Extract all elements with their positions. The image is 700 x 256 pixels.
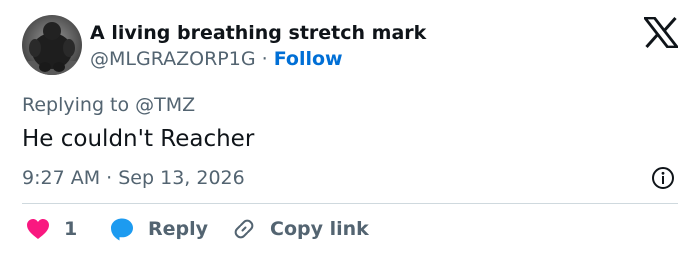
separator: · xyxy=(106,167,113,189)
replying-to[interactable]: Replying to @TMZ xyxy=(22,92,195,118)
divider xyxy=(22,203,678,204)
follow-button[interactable]: Follow xyxy=(274,48,343,70)
reply-label: Reply xyxy=(148,218,209,240)
copy-link-label: Copy link xyxy=(270,218,369,240)
tweet-text: He couldn't Reacher xyxy=(22,126,255,152)
link-icon xyxy=(234,219,254,239)
author-display-name[interactable]: A living breathing stretch mark xyxy=(90,20,426,46)
speech-bubble-icon xyxy=(111,218,133,241)
avatar-image xyxy=(22,15,82,75)
tweet-date: Sep 13, 2026 xyxy=(118,167,245,189)
tweet-timestamp[interactable]: 9:27 AM · Sep 13, 2026 xyxy=(22,165,245,191)
avatar[interactable] xyxy=(22,15,82,75)
like-button[interactable]: 1 xyxy=(26,215,77,243)
copy-link-button[interactable]: Copy link xyxy=(232,215,369,243)
like-count: 1 xyxy=(64,218,78,240)
heart-icon xyxy=(27,219,49,239)
author-handle-row: @MLGRAZORP1G · Follow xyxy=(90,46,343,72)
info-icon[interactable] xyxy=(651,166,675,190)
author-handle[interactable]: @MLGRAZORP1G xyxy=(90,48,256,70)
x-logo-icon[interactable] xyxy=(642,16,680,49)
reply-button[interactable]: Reply xyxy=(110,215,208,243)
tweet-time: 9:27 AM xyxy=(22,167,101,189)
separator: · xyxy=(261,48,268,70)
